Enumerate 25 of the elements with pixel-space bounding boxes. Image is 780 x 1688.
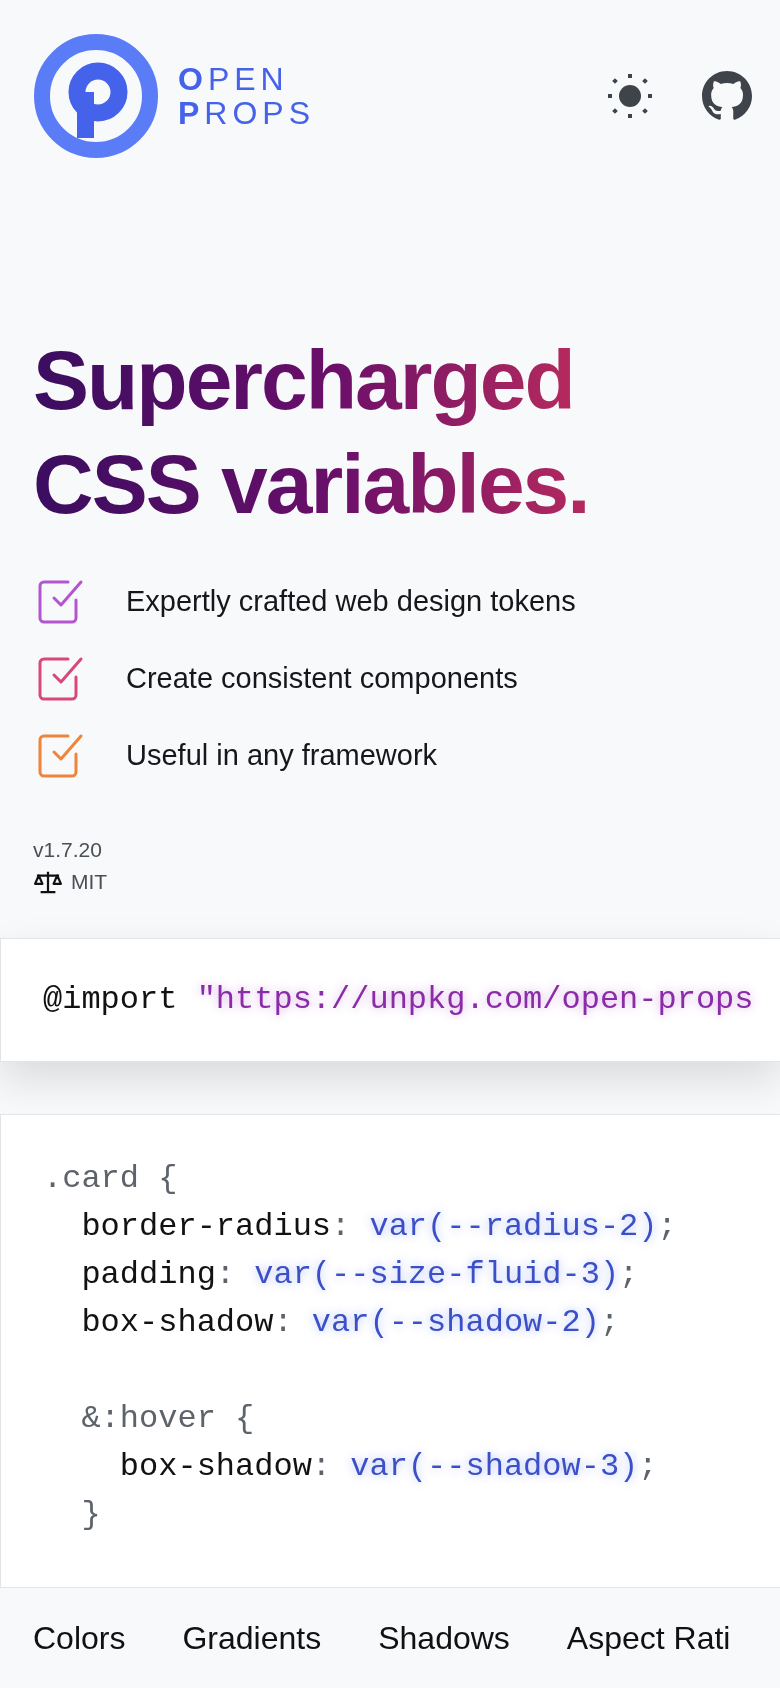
code-line: border-radius: var(--radius-2); [80, 1207, 678, 1247]
logo-text: PROPS [178, 96, 316, 130]
feature-text: Useful in any framework [126, 738, 438, 772]
code-line: padding: var(--size-fluid-3); [80, 1255, 640, 1295]
scales-icon [33, 870, 63, 894]
code-line: &:hover { [80, 1399, 256, 1439]
license-text: MIT [71, 870, 108, 894]
feature-text: Expertly crafted web design tokens [126, 584, 576, 618]
code-line: box-shadow: var(--shadow-2); [80, 1303, 621, 1343]
github-icon [702, 71, 752, 121]
nav-link[interactable]: Shadows [378, 1619, 510, 1657]
feature-text: Create consistent components [126, 661, 518, 695]
code-line: .card { [43, 1159, 179, 1199]
code-line: @import "https://unpkg.com/open-props [43, 980, 755, 1020]
theme-toggle-button[interactable] [606, 72, 654, 120]
sun-icon [606, 72, 654, 120]
logo-text: OPEN [178, 62, 290, 96]
nav-link[interactable]: Colors [33, 1619, 126, 1657]
code-line: box-shadow: var(--shadow-3); [118, 1447, 659, 1487]
version-text: v1.7.20 [33, 838, 103, 862]
github-link[interactable] [702, 71, 752, 121]
logo-icon[interactable] [34, 34, 158, 158]
code-line: } [80, 1495, 102, 1535]
nav-link[interactable]: Gradients [182, 1619, 322, 1657]
nav-link[interactable]: Aspect Rati [566, 1619, 731, 1657]
